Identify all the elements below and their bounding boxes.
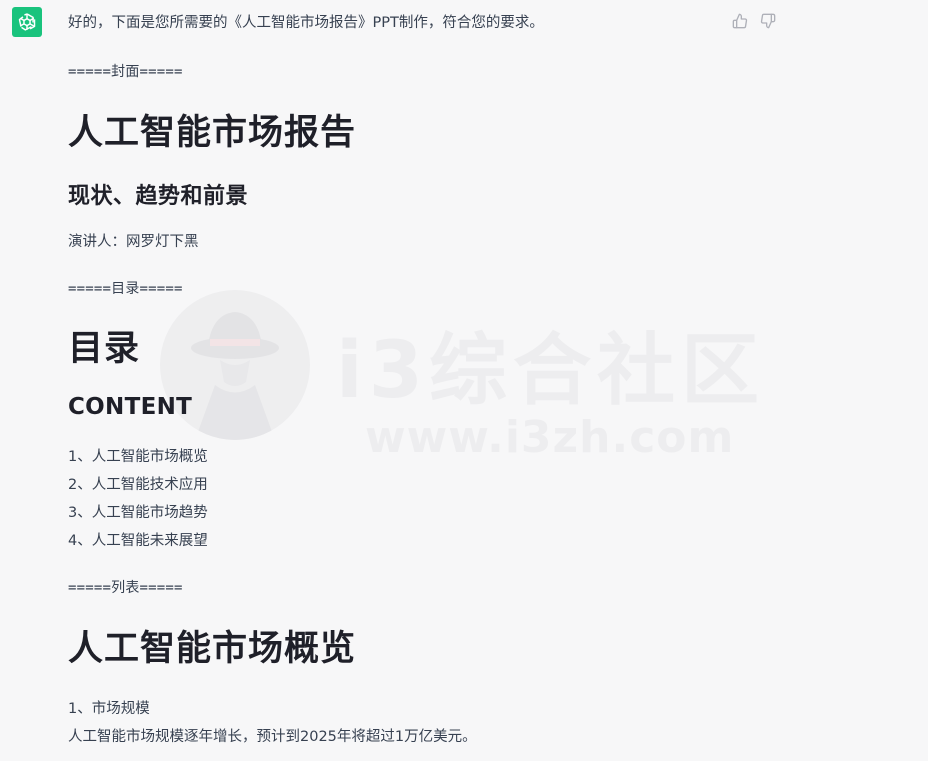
assistant-message-intro: 好的，下面是您所需要的《人工智能市场报告》PPT制作，符合您的要求。	[68, 15, 544, 31]
site-watermark: i3综合社区 www.i3zh.com	[160, 290, 774, 470]
toc-subtitle: CONTENT	[68, 394, 193, 420]
list-item-heading: 1、市场规模	[68, 701, 150, 717]
cover-subtitle: 现状、趋势和前景	[68, 184, 249, 209]
toc-item: 3、人工智能市场趋势	[68, 505, 208, 521]
thumbs-up-button[interactable]	[731, 12, 749, 30]
cover-title: 人工智能市场报告	[68, 113, 357, 153]
thumbs-down-button[interactable]	[759, 12, 777, 30]
toc-item: 2、人工智能技术应用	[68, 477, 208, 493]
toc-item: 1、人工智能市场概览	[68, 449, 208, 465]
cover-separator: =====封面=====	[68, 64, 183, 80]
toc-item: 4、人工智能未来展望	[68, 533, 208, 549]
watermark-url: www.i3zh.com	[365, 412, 735, 463]
watermark-title: i3综合社区	[336, 326, 766, 416]
thumbs-down-icon	[760, 13, 776, 29]
chatgpt-avatar	[12, 7, 42, 37]
toc-separator: =====目录=====	[68, 281, 183, 297]
toc-title: 目录	[68, 329, 141, 369]
cover-speaker: 演讲人：网罗灯下黑	[68, 234, 199, 250]
thumbs-up-icon	[732, 13, 748, 29]
list-separator: =====列表=====	[68, 580, 183, 596]
openai-logo-icon	[18, 13, 36, 31]
list-item-text: 人工智能市场规模逐年增长，预计到2025年将超过1万亿美元。	[68, 729, 477, 745]
list-title: 人工智能市场概览	[68, 629, 357, 669]
